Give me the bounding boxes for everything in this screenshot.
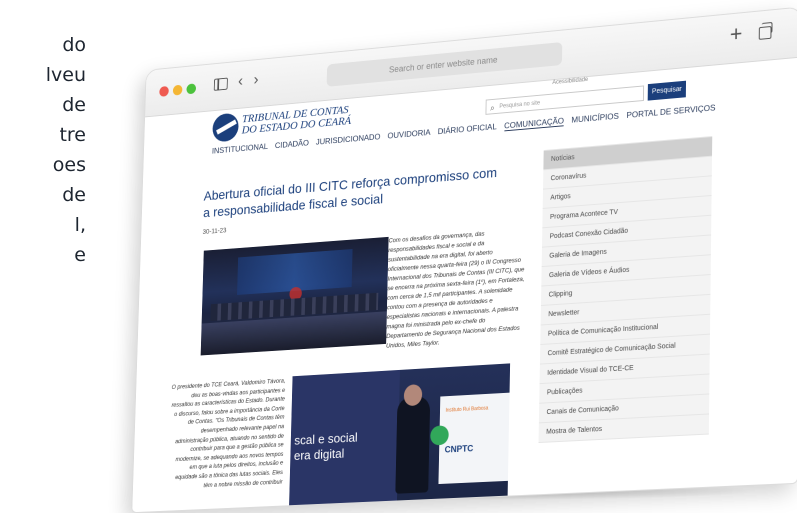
green-circle-logo-icon — [430, 425, 449, 446]
maximize-window-button[interactable] — [186, 83, 197, 95]
background-text-line: e — [74, 244, 86, 266]
nav-item-portal-de-servi-os[interactable]: PORTAL DE SERVIÇOS — [626, 102, 715, 120]
cnptc-logo-text: CNPTC — [444, 443, 474, 455]
irb-logo-text: Instituto Rui Barbosa — [445, 405, 489, 414]
background-text-line: oes — [52, 154, 86, 176]
banner-line-1: scal e social — [294, 429, 358, 448]
background-text-line: lveu — [45, 64, 86, 86]
background-text-line: tre — [59, 124, 86, 146]
tce-logo-icon[interactable] — [212, 112, 239, 143]
speaker-figure — [395, 395, 431, 494]
nav-item-cidad-o[interactable]: CIDADÃO — [275, 138, 309, 151]
article-title: Abertura oficial do III CITC reforça com… — [203, 164, 498, 221]
web-page: Acessibilidade TRIBUNAL DE CONTAS DO EST… — [132, 57, 797, 513]
tab-overview-icon[interactable] — [758, 25, 772, 40]
background-text-line: de — [62, 94, 86, 116]
banner-line-2: era digital — [293, 446, 345, 463]
article-intro: Com os desafios da governança, das respo… — [385, 230, 525, 350]
banner-text: scal e social era digital — [294, 430, 358, 464]
forward-icon[interactable]: › — [253, 70, 258, 89]
search-button[interactable]: Pesquisar — [647, 80, 687, 101]
speaker-photo: scal e social era digital Instituto Rui … — [289, 363, 511, 506]
nav-item-institucional[interactable]: INSTITUCIONAL — [212, 141, 268, 156]
new-tab-icon[interactable]: + — [730, 21, 743, 48]
background-text-line: de — [62, 184, 86, 206]
site-logo-text[interactable]: TRIBUNAL DE CONTAS DO ESTADO DO CEARÁ — [242, 103, 352, 137]
background-text-line: do — [62, 34, 86, 56]
browser-window: ‹ › Search or enter website name + Acess… — [131, 6, 797, 513]
nav-item-ouvidoria[interactable]: OUVIDORIA — [387, 127, 430, 141]
address-bar[interactable]: Search or enter website name — [326, 42, 563, 87]
background-text: do lveu de tre oes de l, e — [0, 30, 86, 270]
nav-item-jurisdicionado[interactable]: JURISDICIONADO — [316, 132, 381, 148]
nav-item-munic-pios[interactable]: MUNICÍPIOS — [571, 111, 619, 126]
nav-item-di-rio-oficial[interactable]: DIÁRIO OFICIAL — [438, 121, 497, 137]
close-window-button[interactable] — [159, 85, 169, 97]
back-icon[interactable]: ‹ — [238, 72, 243, 91]
article-quote: O presidente do TCE Ceará, Valdomiro Táv… — [171, 377, 286, 489]
sponsor-logos: Instituto Rui Barbosa CNPTC — [430, 392, 510, 485]
event-photo — [200, 236, 389, 356]
minimize-window-button[interactable] — [172, 84, 183, 96]
background-text-line: l, — [74, 214, 86, 236]
browser-mockup: ‹ › Search or enter website name + Acess… — [78, 4, 797, 513]
sidebar-toggle-icon[interactable] — [213, 77, 228, 91]
communication-sidebar: Notícias Coronavírus Artigos Programa Acont… — [538, 136, 713, 444]
article-date: 30-11-23 — [202, 227, 227, 236]
nav-item-comunica-o[interactable]: COMUNICAÇÃO — [503, 115, 565, 132]
